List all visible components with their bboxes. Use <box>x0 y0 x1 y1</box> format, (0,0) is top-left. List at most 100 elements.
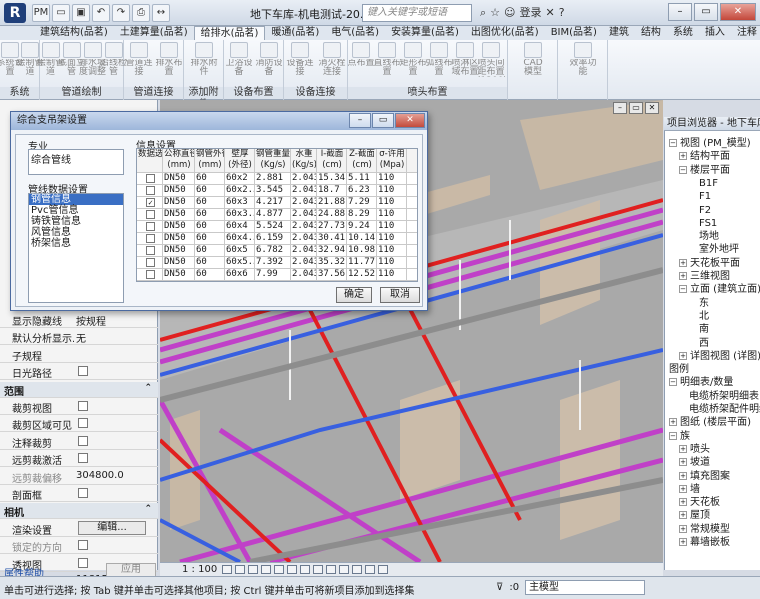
expand-toggle-icon[interactable]: + <box>679 444 687 453</box>
expand-toggle-icon[interactable]: − <box>669 139 677 147</box>
table-cell[interactable]: 2.043 <box>291 257 317 268</box>
restore-button[interactable]: ▭ <box>694 3 718 21</box>
dialog-minimize-button[interactable]: – <box>349 113 371 128</box>
table-cell[interactable]: 110 <box>377 173 407 184</box>
expand-toggle-icon[interactable]: + <box>679 471 687 480</box>
browser-node[interactable]: + 图纸 (楼层平面) <box>669 416 751 429</box>
browser-node[interactable]: 南 <box>699 323 709 336</box>
pipe-type-item[interactable]: Pvc管信息 <box>29 205 123 216</box>
property-checkbox[interactable] <box>78 418 88 429</box>
temp-view-icon[interactable] <box>352 565 362 574</box>
analysis-icon[interactable] <box>365 565 375 574</box>
lock-view-icon[interactable] <box>313 565 323 574</box>
ribbon-tab[interactable]: 系统 <box>667 26 699 40</box>
table-cell[interactable]: 110 <box>377 245 407 256</box>
filter-icon[interactable]: ⊽ <box>496 582 503 593</box>
ribbon-tab[interactable]: 注释 <box>731 26 760 40</box>
browser-node[interactable]: + 天花板平面 <box>679 257 740 270</box>
ribbon-tab[interactable]: 暖通(品茗) <box>265 26 325 40</box>
apply-button[interactable]: 应用 <box>106 563 156 577</box>
pm-icon[interactable]: PM <box>32 4 50 22</box>
property-checkbox[interactable] <box>78 366 88 377</box>
table-cell[interactable]: 60x6 <box>225 269 255 280</box>
hide-isolate-icon[interactable] <box>326 565 336 574</box>
table-cell[interactable]: DN50 <box>163 185 195 196</box>
specialty-field[interactable]: 综合管线 <box>28 149 124 175</box>
user-icon[interactable]: ☺ <box>504 4 515 22</box>
edit-render-settings-button[interactable]: 编辑... <box>78 520 146 535</box>
table-cell[interactable]: 15.34 <box>317 173 347 184</box>
table-cell[interactable]: 7.99 <box>255 269 291 280</box>
table-cell[interactable]: 6.159 <box>255 233 291 244</box>
reveal-hidden-icon[interactable] <box>339 565 349 574</box>
table-cell[interactable]: 10.14 <box>347 233 377 244</box>
row-select-checkbox[interactable]: ✓ <box>146 198 155 207</box>
browser-node[interactable]: B1F <box>699 177 718 190</box>
crop-region-icon[interactable] <box>300 565 310 574</box>
browser-node[interactable]: + 屋顶 <box>679 509 710 522</box>
expand-toggle-icon[interactable]: + <box>679 524 687 533</box>
table-cell[interactable]: 32.94 <box>317 245 347 256</box>
highlight-icon[interactable] <box>378 565 388 574</box>
table-cell[interactable]: 21.88 <box>317 197 347 208</box>
save-icon[interactable]: ▣ <box>72 4 90 22</box>
browser-node[interactable]: − 楼层平面 <box>679 164 730 177</box>
browser-node[interactable]: + 天花板 <box>679 496 720 509</box>
table-cell[interactable]: DN50 <box>163 245 195 256</box>
browser-node[interactable]: + 喷头 <box>679 443 710 456</box>
property-checkbox[interactable] <box>78 401 88 411</box>
table-cell[interactable]: DN50 <box>163 269 195 280</box>
table-cell[interactable]: 18.7 <box>317 185 347 196</box>
ribbon-tab[interactable]: BIM(品茗) <box>545 26 603 40</box>
table-cell[interactable]: 110 <box>377 209 407 220</box>
table-cell[interactable]: 5.524 <box>255 221 291 232</box>
table-cell[interactable]: 60x3 <box>225 197 255 208</box>
detail-level-icon[interactable] <box>222 565 232 574</box>
table-cell[interactable]: 2.043 <box>291 209 317 220</box>
browser-node[interactable]: − 视图 (PM_模型) <box>669 137 751 150</box>
view-restore-button[interactable]: ▭ <box>629 102 643 114</box>
table-cell[interactable]: 27.73 <box>317 221 347 232</box>
table-cell[interactable]: 60x2 <box>225 173 255 184</box>
ribbon-tab[interactable]: 出图优化(品茗) <box>465 26 545 40</box>
table-cell[interactable]: 110 <box>377 197 407 208</box>
table-cell[interactable]: 2.043 <box>291 269 317 280</box>
browser-node[interactable]: 室外地坪 <box>699 243 739 256</box>
browser-node[interactable]: + 幕墙嵌板 <box>679 536 730 549</box>
cancel-button[interactable]: 取消 <box>380 287 420 303</box>
table-cell[interactable]: 60x4.5 <box>225 233 255 244</box>
expand-toggle-icon[interactable]: + <box>679 272 687 280</box>
ribbon-button[interactable]: 排水附件 <box>190 42 218 80</box>
row-select-checkbox[interactable] <box>146 258 155 267</box>
table-cell[interactable]: 60 <box>195 245 225 256</box>
search-input[interactable]: 键入关键字或短语 <box>362 4 472 22</box>
ribbon-tab[interactable]: 插入 <box>699 26 731 40</box>
expand-toggle-icon[interactable]: + <box>669 418 677 427</box>
collapse-chevron-icon[interactable]: ⌃ <box>144 383 152 393</box>
table-cell[interactable]: 6.23 <box>347 185 377 196</box>
measure-icon[interactable]: ↔ <box>152 4 170 22</box>
pipe-type-item[interactable]: 钢管信息 <box>29 194 123 205</box>
ribbon-button[interactable]: 矩形布置 <box>399 42 427 80</box>
undo-icon[interactable]: ↶ <box>92 4 110 22</box>
view-close-button[interactable]: ✕ <box>645 102 659 114</box>
browser-node[interactable]: 电缆桥架配件明细 <box>689 403 760 416</box>
row-select-checkbox[interactable] <box>146 270 155 279</box>
ribbon-button[interactable]: 弧线布置 <box>425 42 453 80</box>
browser-node[interactable]: 东 <box>699 297 709 310</box>
property-value[interactable]: 按规程 <box>76 313 146 328</box>
browser-node[interactable]: + 结构平面 <box>679 150 730 163</box>
table-cell[interactable]: 110 <box>377 269 407 280</box>
table-cell[interactable]: 60 <box>195 173 225 184</box>
table-cell[interactable]: 60x5 <box>225 245 255 256</box>
browser-node[interactable]: − 立面 (建筑立面) <box>679 283 760 296</box>
table-cell[interactable]: 9.24 <box>347 221 377 232</box>
browser-node[interactable]: + 填充图案 <box>679 470 730 483</box>
print-icon[interactable]: ⎙ <box>132 4 150 22</box>
ribbon-button[interactable]: 点布置 <box>347 42 375 80</box>
table-cell[interactable]: 2.043 <box>291 221 317 232</box>
communication-icon[interactable]: ☆ <box>490 4 500 22</box>
view-minimize-button[interactable]: – <box>613 102 627 114</box>
ok-button[interactable]: 确定 <box>336 287 372 303</box>
ribbon-tab[interactable]: 土建算量(品茗) <box>114 26 194 40</box>
